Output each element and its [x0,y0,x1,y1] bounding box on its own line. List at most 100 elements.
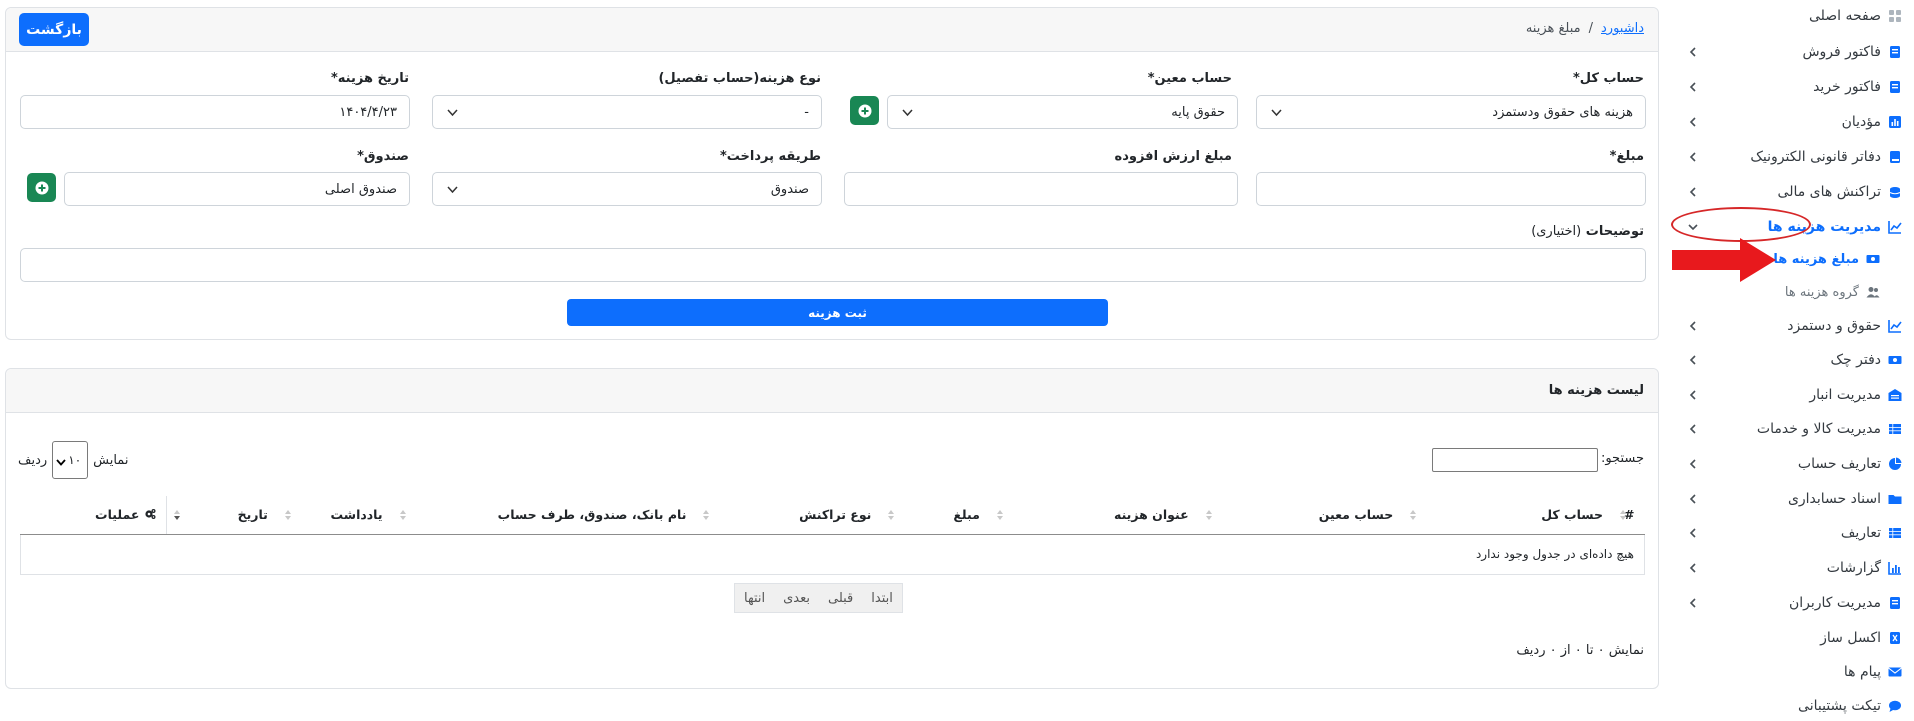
plus-circle-icon [35,181,48,194]
breadcrumb-link-dashboard[interactable]: داشبورد [1601,21,1644,36]
sort-desc-icon [173,509,181,521]
envelope-icon [1888,665,1902,679]
sidebar-item-label: مدیریت کالا و خدمات [1756,421,1881,437]
document-icon [1888,80,1902,94]
pie-chart-icon [1888,457,1902,471]
pagination-last[interactable]: انتها [735,584,774,612]
general-account-select[interactable]: هزینه های حقوق ودستمزد [1256,95,1646,129]
sort-icon [996,509,1004,521]
sidebar-item-label: گروه هزینه ها [1784,284,1859,300]
sidebar-item-support-ticket[interactable]: تیکت پشتیبانی [1669,689,1914,721]
general-account-label: حساب کل* [1572,71,1644,86]
back-button[interactable]: بازگشت [19,13,89,46]
sidebar-item-home[interactable]: صفحه اصلی [1669,0,1914,33]
sidebar-item-user-management[interactable]: مدیریت کاربران [1669,586,1914,620]
amount-label: مبلغ* [1609,149,1644,164]
table-row: هیچ داده‌ای در جدول وجود ندارد [20,533,1645,575]
chevron-left-icon [1687,320,1699,332]
sidebar-item-expense-management[interactable]: مدیریت هزینه ها [1669,210,1914,244]
column-header-counterparty[interactable]: نام بانک، صندوق، طرف حساب [392,496,697,535]
sort-icon [399,509,407,521]
sidebar-subitem-expense-amount[interactable]: مبلغ هزینه ها [1669,242,1914,276]
expense-date-value: ۱۴۰۴/۴/۲۳ [339,104,397,120]
cashbox-select[interactable]: صندوق اصلی [64,172,410,206]
card-header: داشبورد / مبلغ هزینه بازگشت [6,8,1658,52]
amount-input[interactable] [1256,172,1646,206]
chevron-left-icon [1687,46,1699,58]
sidebar-item-label: مدیریت کاربران [1788,595,1881,611]
sidebar-item-warehouse[interactable]: مدیریت انبار [1669,378,1914,412]
sidebar-item-label: پیام ها [1843,664,1881,680]
page-length-select[interactable]: ۱۰ [52,441,89,479]
document-icon [1888,45,1902,59]
sidebar-item-sales-invoice[interactable]: فاکتور فروش [1669,35,1914,69]
expense-type-select[interactable]: - [432,95,822,129]
payment-method-select[interactable]: صندوق [432,172,822,206]
column-header-specific-account[interactable]: حساب معین [1198,496,1404,535]
column-header-transaction-type[interactable]: نوع تراکنش [696,496,882,535]
table-header-row: # حساب کل حساب معین عنوان هزینه مبلغ نوع… [20,496,1645,535]
chevron-down-icon [902,107,913,118]
document-icon [1888,631,1902,645]
sort-icon [887,509,895,521]
page-length-control: نمایش ۱۰ ردیف [18,440,128,480]
pagination-next[interactable]: بعدی [774,584,819,612]
sidebar-item-label: مؤدیان [1841,114,1881,130]
search-input[interactable] [1432,448,1598,472]
chevron-down-icon [56,456,66,466]
submit-expense-button[interactable]: ثبت هزینه [567,299,1108,326]
sidebar-item-excel-builder[interactable]: اکسل ساز [1669,621,1914,655]
list-icon [1888,422,1902,436]
sidebar-item-taxpayers[interactable]: مؤدیان [1669,105,1914,139]
sidebar-item-messages[interactable]: پیام ها [1669,655,1914,689]
users-icon [1866,285,1880,299]
sidebar-item-definitions[interactable]: تعاریف [1669,516,1914,550]
rows-label: ردیف [18,452,48,468]
sidebar-item-purchase-invoice[interactable]: فاکتور خرید [1669,70,1914,104]
sidebar-item-label: تعاریف حساب [1797,456,1881,472]
sidebar-item-payroll[interactable]: حقوق و دستمزد [1669,309,1914,343]
list-icon [1888,526,1902,540]
sidebar-item-checkbook[interactable]: دفتر چک [1669,343,1914,377]
chevron-left-icon [1687,354,1699,366]
sidebar-item-label: حقوق و دستمزد [1787,318,1881,334]
chat-icon [1888,699,1902,713]
sidebar-item-accounting-documents[interactable]: اسناد حسابداری [1669,482,1914,516]
table-info: نمایش ۰ تا ۰ از ۰ ردیف [1516,643,1644,658]
card-header: لیست هزینه ها [6,369,1658,413]
description-input[interactable] [20,248,1646,282]
column-header-general-account[interactable]: حساب کل [1403,496,1613,535]
specific-account-select[interactable]: حقوق پایه [887,95,1238,129]
grid-icon [1888,9,1902,23]
expense-date-input[interactable]: ۱۴۰۴/۴/۲۳ [20,95,410,129]
add-cashbox-button[interactable] [27,173,56,202]
column-header-expense-title[interactable]: عنوان هزینه [989,496,1199,535]
column-header-actions: عملیات [20,496,167,535]
sidebar-subitem-expense-groups[interactable]: گروه هزینه ها [1669,275,1914,309]
sidebar-item-transactions[interactable]: تراکنش های مالی [1669,175,1914,209]
expense-list-card: لیست هزینه ها جستجو: نمایش ۱۰ ردیف # حسا… [5,368,1659,689]
page-length-value: ۱۰ [68,453,82,467]
pagination-first[interactable]: ابتدا [862,584,902,612]
cashbox-label: صندوق* [357,149,409,164]
cashbox-value: صندوق اصلی [324,181,397,197]
column-header-date[interactable]: تاریخ [166,496,278,535]
sidebar-item-reports[interactable]: گزارشات [1669,551,1914,585]
vat-input[interactable] [844,172,1238,206]
sidebar-item-account-definitions[interactable]: تعاریف حساب [1669,447,1914,481]
sidebar-item-label: تعاریف [1840,525,1881,541]
breadcrumb-current: مبلغ هزینه [1525,21,1581,36]
add-specific-account-button[interactable] [850,96,879,125]
sidebar-item-products-services[interactable]: مدیریت کالا و خدمات [1669,412,1914,446]
column-header-amount[interactable]: مبلغ [881,496,990,535]
chevron-left-icon [1687,493,1699,505]
pagination-previous[interactable]: قبلی [819,584,862,612]
column-header-index[interactable]: # [1613,496,1645,535]
list-title: لیست هزینه ها [1548,383,1644,398]
sort-icon [702,509,710,521]
sort-icon [284,509,292,521]
description-label: توضیحات (اختیاری) [1531,224,1644,239]
sort-icon [1205,509,1213,521]
sidebar-item-e-ledgers[interactable]: دفاتر قانونی الکترونیک [1669,140,1914,174]
column-header-note[interactable]: یادداشت [277,496,393,535]
